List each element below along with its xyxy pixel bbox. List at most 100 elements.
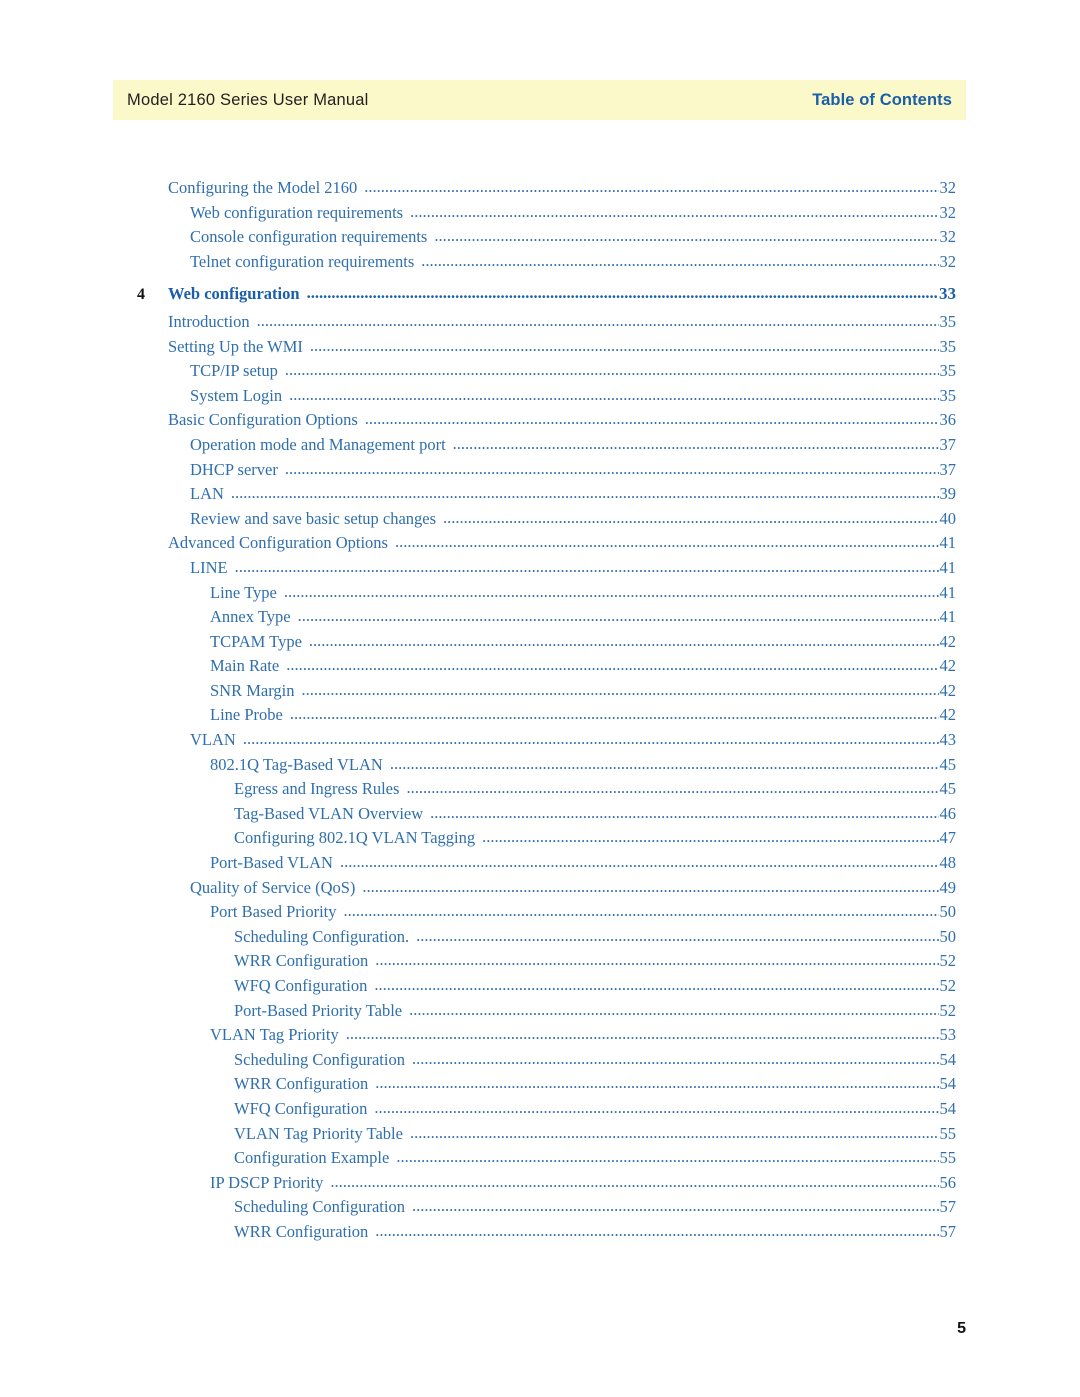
toc-entry[interactable]: Operation mode and Management port 37 — [0, 435, 1080, 460]
toc-entry[interactable]: Line Probe 42 — [0, 705, 1080, 730]
toc-entry[interactable]: WFQ Configuration 54 — [0, 1099, 1080, 1124]
toc-entry[interactable]: Introduction 35 — [0, 312, 1080, 337]
toc-entry[interactable]: VLAN 43 — [0, 730, 1080, 755]
toc-entry-title: Web configuration — [168, 284, 300, 304]
toc-leader-dots — [346, 1024, 939, 1044]
toc-entry-page-number: 37 — [939, 459, 957, 479]
toc-entry[interactable]: Configuring 802.1Q VLAN Tagging 47 — [0, 828, 1080, 853]
toc-leader-dots — [364, 177, 938, 197]
toc-entry[interactable]: VLAN Tag Priority Table 55 — [0, 1124, 1080, 1149]
toc-entry-page-number: 40 — [939, 508, 957, 528]
toc-leader-dots — [406, 778, 938, 798]
toc-entry-page-number: 46 — [939, 803, 957, 823]
toc-entry[interactable]: Review and save basic setup changes 40 — [0, 509, 1080, 534]
toc-entry-page-number: 32 — [939, 202, 957, 222]
toc-entry-page-number: 55 — [939, 1123, 957, 1143]
toc-entry[interactable]: Web configuration requirements 32 — [0, 203, 1080, 228]
toc-entry[interactable]: WFQ Configuration 52 — [0, 976, 1080, 1001]
toc-leader-dots — [340, 852, 939, 872]
toc-leader-dots — [409, 1000, 938, 1020]
toc-leader-dots — [434, 226, 938, 246]
toc-entry[interactable]: LINE 41 — [0, 558, 1080, 583]
toc-leader-dots — [257, 311, 939, 331]
toc-entry[interactable]: VLAN Tag Priority 53 — [0, 1025, 1080, 1050]
toc-entry[interactable]: TCPAM Type 42 — [0, 632, 1080, 657]
toc-entry[interactable]: Annex Type 41 — [0, 607, 1080, 632]
toc-leader-dots — [310, 336, 939, 356]
toc-entry-title: Setting Up the WMI — [168, 336, 303, 356]
toc-entry[interactable]: 4 Web configuration 33 — [0, 284, 1080, 309]
toc-entry[interactable]: 802.1Q Tag-Based VLAN 45 — [0, 755, 1080, 780]
toc-leader-dots — [421, 251, 938, 271]
toc-leader-dots — [307, 283, 938, 303]
toc-entry-page-number: 45 — [939, 754, 957, 774]
toc-entry-page-number: 35 — [939, 385, 957, 405]
toc-leader-dots — [330, 1172, 938, 1192]
toc-leader-dots — [289, 385, 938, 405]
toc-leader-dots — [416, 926, 938, 946]
toc-entry[interactable]: Setting Up the WMI 35 — [0, 337, 1080, 362]
toc-entry[interactable]: Configuration Example 55 — [0, 1148, 1080, 1173]
toc-entry-title: Scheduling Configuration. — [234, 926, 410, 946]
toc-entry[interactable]: WRR Configuration 52 — [0, 951, 1080, 976]
toc-leader-dots — [482, 827, 938, 847]
toc-entry[interactable]: Port-Based VLAN 48 — [0, 853, 1080, 878]
toc-leader-dots — [243, 729, 939, 749]
toc-leader-dots — [412, 1049, 939, 1069]
toc-entry[interactable]: Egress and Ingress Rules 45 — [0, 779, 1080, 804]
toc-entry-page-number: 42 — [939, 680, 957, 700]
toc-entry-page-number: 56 — [939, 1172, 957, 1192]
toc-entry-title: LINE — [190, 557, 228, 577]
toc-entry[interactable]: TCP/IP setup 35 — [0, 361, 1080, 386]
toc-entry[interactable]: Basic Configuration Options 36 — [0, 410, 1080, 435]
toc-entry-title: TCPAM Type — [210, 631, 302, 651]
toc-entry-title: TCP/IP setup — [190, 361, 278, 381]
toc-entry-page-number: 54 — [939, 1074, 957, 1094]
toc-leader-dots — [430, 803, 938, 823]
toc-entry-title: 802.1Q Tag-Based VLAN — [210, 754, 383, 774]
toc-entry[interactable]: Main Rate 42 — [0, 656, 1080, 681]
toc-chapter-number: 4 — [137, 286, 145, 304]
toc-entry[interactable]: Scheduling Configuration 54 — [0, 1050, 1080, 1075]
toc-entry-title: Quality of Service (QoS) — [190, 877, 356, 897]
toc-entry-title: Main Rate — [210, 656, 280, 676]
toc-entry[interactable]: LAN 39 — [0, 484, 1080, 509]
toc-entry[interactable]: Scheduling Configuration. 50 — [0, 927, 1080, 952]
toc-entry-page-number: 35 — [939, 311, 957, 331]
toc-leader-dots — [344, 901, 939, 921]
toc-entry[interactable]: Port-Based Priority Table 52 — [0, 1001, 1080, 1026]
toc-entry[interactable]: WRR Configuration 57 — [0, 1222, 1080, 1247]
toc-entry-page-number: 42 — [939, 631, 957, 651]
toc-entry[interactable]: Telnet configuration requirements 32 — [0, 252, 1080, 277]
toc-entry[interactable]: Console configuration requirements 32 — [0, 227, 1080, 252]
toc-entry[interactable]: IP DSCP Priority 56 — [0, 1173, 1080, 1198]
toc-entry[interactable]: SNR Margin 42 — [0, 681, 1080, 706]
toc-entry[interactable]: Scheduling Configuration 57 — [0, 1197, 1080, 1222]
toc-entry[interactable]: Configuring the Model 2160 32 — [0, 178, 1080, 203]
toc-leader-dots — [410, 202, 938, 222]
toc-entry-page-number: 45 — [939, 779, 957, 799]
toc-entry-page-number: 35 — [939, 336, 957, 356]
toc-leader-dots — [443, 508, 938, 528]
toc-entry[interactable]: DHCP server 37 — [0, 460, 1080, 485]
toc-entry[interactable]: System Login 35 — [0, 386, 1080, 411]
page-number-footer: 5 — [957, 1320, 966, 1337]
toc-entry-title: WRR Configuration — [234, 1221, 369, 1241]
toc-entry-title: WRR Configuration — [234, 1074, 369, 1094]
toc-entry-title: Port Based Priority — [210, 902, 337, 922]
toc-leader-dots — [286, 655, 938, 675]
toc-leader-dots — [390, 754, 939, 774]
toc-entry[interactable]: Port Based Priority 50 — [0, 902, 1080, 927]
toc-entry-page-number: 54 — [939, 1098, 957, 1118]
toc-leader-dots — [374, 975, 938, 995]
toc-leader-dots — [375, 950, 938, 970]
toc-entry[interactable]: Tag-Based VLAN Overview 46 — [0, 804, 1080, 829]
toc-entry-page-number: 41 — [939, 557, 957, 577]
toc-entry[interactable]: Line Type 41 — [0, 583, 1080, 608]
toc-entry[interactable]: WRR Configuration 54 — [0, 1074, 1080, 1099]
toc-entry-page-number: 32 — [939, 251, 957, 271]
toc-entry-title: WFQ Configuration — [234, 976, 368, 995]
toc-entry[interactable]: Advanced Configuration Options 41 — [0, 533, 1080, 558]
toc-entry[interactable]: Quality of Service (QoS) 49 — [0, 878, 1080, 903]
toc-entry-title: Basic Configuration Options — [168, 410, 358, 430]
